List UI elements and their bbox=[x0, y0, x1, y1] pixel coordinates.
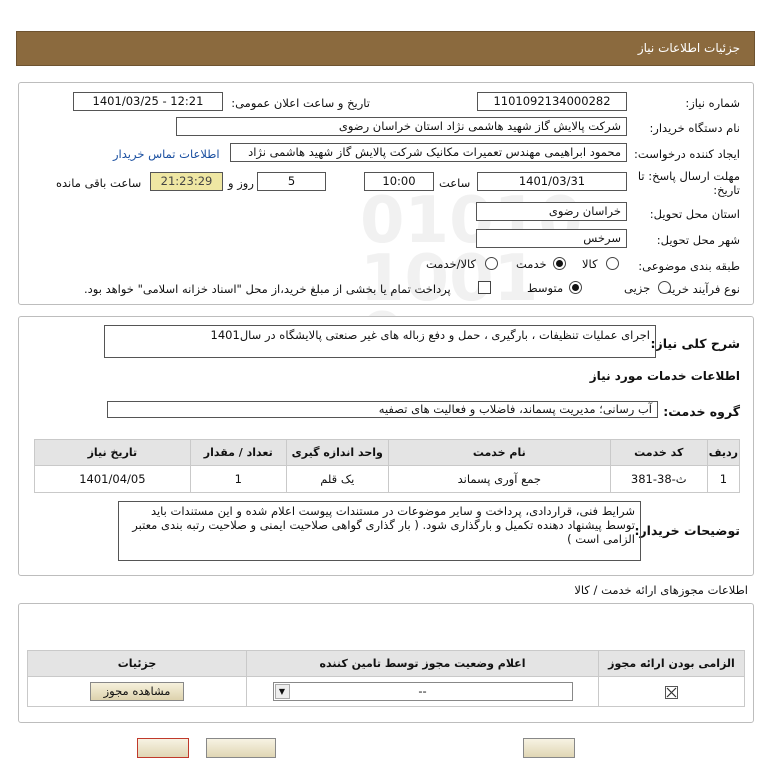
view-permit-button[interactable]: مشاهده مجوز bbox=[90, 682, 184, 701]
col-unit: واحد اندازه گیری bbox=[285, 439, 389, 466]
city-label: شهر محل تحویل: bbox=[656, 233, 740, 247]
col-row: ردیف bbox=[706, 439, 741, 466]
col-permit-details: جزئیات bbox=[27, 650, 247, 677]
bottom-button-middle[interactable] bbox=[206, 738, 276, 758]
treasury-text: پرداخت تمام یا بخشی از مبلغ خرید،از محل … bbox=[84, 282, 451, 296]
category-option-goods-service: کالا/خدمت bbox=[426, 257, 477, 271]
deadline-date-field: 1401/03/31 bbox=[477, 172, 627, 191]
category-radio-goods[interactable] bbox=[606, 257, 619, 270]
cell-permit-required bbox=[598, 676, 745, 707]
cell-service-name: جمع آوری پسماند bbox=[387, 465, 611, 493]
province-label: استان محل تحویل: bbox=[649, 207, 740, 221]
process-radio-minor[interactable] bbox=[658, 281, 671, 294]
creator-field: محمود ابراهیمی مهندس تعمیرات مکانیک شرکت… bbox=[230, 143, 627, 162]
need-number-label: شماره نیاز: bbox=[685, 96, 740, 110]
buyer-notes-label: توضیحات خریدار: bbox=[634, 523, 740, 538]
category-radio-goods-service[interactable] bbox=[485, 257, 498, 270]
cell-row: 1 bbox=[706, 465, 741, 493]
cell-permit-details: مشاهده مجوز bbox=[27, 676, 247, 707]
permit-status-value: -- bbox=[418, 684, 427, 698]
col-permit-status: اعلام وضعیت مجوز توسط تامین کننده bbox=[246, 650, 599, 677]
category-radio-service[interactable] bbox=[553, 257, 566, 270]
category-option-service: خدمت bbox=[516, 257, 547, 271]
required-checkbox-icon bbox=[665, 685, 678, 699]
summary-text: اجرای عملیات تنظیفات ، بارگیری ، حمل و د… bbox=[104, 325, 656, 358]
buyer-org-label: نام دستگاه خریدار: bbox=[649, 121, 740, 135]
need-number-field: 1101092134000282 bbox=[477, 92, 627, 111]
announce-label: تاریخ و ساعت اعلان عمومی: bbox=[231, 96, 370, 110]
services-section-title: اطلاعات خدمات مورد نیاز bbox=[589, 369, 740, 383]
process-option-minor: جزیی bbox=[624, 281, 651, 295]
creator-label: ایجاد کننده درخواست: bbox=[634, 147, 740, 161]
bottom-button-left[interactable] bbox=[137, 738, 189, 758]
bottom-button-right[interactable] bbox=[523, 738, 575, 758]
announce-field: 1401/03/25 - 12:21 bbox=[73, 92, 223, 111]
buyer-contact-link[interactable]: اطلاعات تماس خریدار bbox=[113, 147, 220, 161]
process-label: نوع فرآیند خرید : bbox=[658, 282, 740, 296]
process-radio-medium[interactable] bbox=[569, 281, 582, 294]
cell-unit: یک قلم bbox=[285, 465, 389, 493]
cell-service-code: ث-38-381 bbox=[609, 465, 708, 493]
services-table: ردیف کد خدمت نام خدمت واحد اندازه گیری ت… bbox=[34, 439, 741, 493]
process-option-medium: متوسط bbox=[527, 281, 564, 295]
col-service-name: نام خدمت bbox=[387, 439, 611, 466]
service-group-field: آب رسانی؛ مدیریت پسماند، فاضلاب و فعالیت… bbox=[107, 401, 658, 418]
service-group-label: گروه خدمت: bbox=[663, 404, 740, 419]
deadline-label: مهلت ارسال پاسخ: تا bbox=[637, 169, 740, 183]
treasury-checkbox[interactable] bbox=[478, 281, 491, 294]
col-service-code: کد خدمت bbox=[609, 439, 708, 466]
col-quantity: تعداد / مقدار bbox=[189, 439, 287, 466]
buyer-org-field: شرکت پالایش گاز شهید هاشمی نژاد استان خر… bbox=[176, 117, 627, 136]
remaining-label: ساعت باقی مانده bbox=[56, 176, 142, 190]
permit-status-select[interactable]: -- ▼ bbox=[272, 682, 573, 701]
table-row: 1 ث-38-381 جمع آوری پسماند یک قلم 1 1401… bbox=[34, 465, 741, 493]
province-field: خراسان رضوی bbox=[476, 202, 627, 221]
city-field: سرخس bbox=[476, 229, 627, 248]
cell-need-date: 1401/04/05 bbox=[34, 465, 191, 493]
permits-table: الزامی بودن ارائه مجوز اعلام وضعیت مجوز … bbox=[27, 650, 745, 707]
page-header: جزئیات اطلاعات نیاز bbox=[16, 31, 755, 66]
deadline-label-date: تاریخ: bbox=[713, 183, 740, 197]
deadline-time-label: ساعت bbox=[439, 176, 471, 190]
permits-section-title: اطلاعات مجوزهای ارائه خدمت / کالا bbox=[574, 583, 748, 597]
page-title: جزئیات اطلاعات نیاز bbox=[637, 41, 740, 55]
days-label: روز و bbox=[228, 176, 254, 190]
col-permit-required: الزامی بودن ارائه مجوز bbox=[598, 650, 745, 677]
remaining-time-field: 21:23:29 bbox=[150, 172, 223, 191]
cell-permit-status: -- ▼ bbox=[246, 676, 599, 707]
chevron-down-icon: ▼ bbox=[274, 684, 290, 699]
deadline-time-field: 10:00 bbox=[364, 172, 434, 191]
cell-quantity: 1 bbox=[189, 465, 287, 493]
table-row: -- ▼ مشاهده مجوز bbox=[27, 676, 745, 707]
col-need-date: تاریخ نیاز bbox=[34, 439, 191, 466]
category-option-goods: کالا bbox=[582, 257, 598, 271]
summary-label: شرح کلی نیاز: bbox=[650, 336, 740, 351]
category-label: طبقه بندی موضوعی: bbox=[638, 259, 740, 273]
buyer-notes-text: شرایط فنی، قراردادی، پرداخت و سایر موضوع… bbox=[118, 501, 641, 561]
days-field: 5 bbox=[257, 172, 326, 191]
